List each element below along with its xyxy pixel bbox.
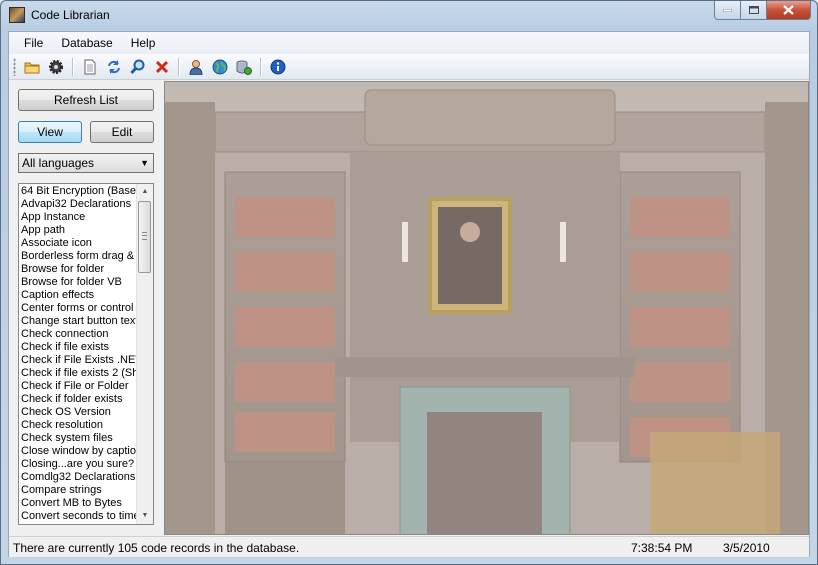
minimize-button[interactable] (714, 1, 741, 20)
list-item[interactable]: Check OS Version (19, 406, 137, 419)
close-button[interactable] (767, 1, 811, 20)
list-item[interactable]: Caption effects (19, 289, 137, 302)
close-icon (783, 5, 794, 15)
toolbar (9, 54, 809, 80)
refresh-list-button[interactable]: Refresh List (18, 89, 154, 111)
window-controls (714, 1, 811, 21)
edit-button[interactable]: Edit (90, 121, 154, 143)
list-item[interactable]: Check if file exists 2 (Sh (19, 367, 137, 380)
minimize-icon (723, 8, 732, 12)
list-item[interactable]: App Instance (19, 211, 137, 224)
list-item[interactable]: Change start button text (19, 315, 137, 328)
list-item[interactable]: Browse for folder (19, 263, 137, 276)
library-background-image (164, 81, 809, 535)
list-item[interactable]: Comdlg32 Declarations (19, 471, 137, 484)
list-item[interactable]: App path (19, 224, 137, 237)
new-document-icon[interactable] (80, 57, 100, 77)
toolbar-separator (178, 57, 180, 76)
refresh-arrows-icon[interactable] (104, 57, 124, 77)
code-list-items: 64 Bit Encryption (Base Advapi32 Declarat… (19, 184, 137, 523)
status-date: 3/5/2010 (723, 541, 770, 555)
search-magnifier-icon[interactable] (128, 57, 148, 77)
scroll-thumb[interactable] (138, 201, 151, 273)
list-item[interactable]: Convert MB to Bytes (19, 497, 137, 510)
list-item[interactable]: Borderless form drag & n (19, 250, 137, 263)
language-select[interactable]: All languages ▼ (18, 153, 154, 173)
view-button[interactable]: View (18, 121, 82, 143)
list-item[interactable]: Check if file exists (19, 341, 137, 354)
open-folder-icon[interactable] (22, 57, 42, 77)
scroll-down-icon[interactable]: ▼ (137, 508, 153, 524)
toolbar-grip[interactable] (13, 57, 16, 76)
app-icon (9, 7, 25, 23)
settings-gear-icon[interactable] (46, 57, 66, 77)
list-item[interactable]: Associate icon (19, 237, 137, 250)
info-icon[interactable] (268, 57, 288, 77)
toolbar-separator (72, 57, 74, 76)
menu-bar: File Database Help (9, 32, 809, 54)
list-item[interactable]: 64 Bit Encryption (Base (19, 185, 137, 198)
status-time: 7:38:54 PM (631, 541, 693, 555)
list-item[interactable]: Check if File or Folder (19, 380, 137, 393)
client-area: File Database Help Refresh List View Edi… (8, 31, 810, 557)
menu-database[interactable]: Database (52, 32, 121, 54)
maximize-button[interactable] (741, 1, 767, 20)
menu-help[interactable]: Help (122, 32, 165, 54)
code-list[interactable]: 64 Bit Encryption (Base Advapi32 Declarat… (18, 183, 154, 525)
status-bar: There are currently 105 code records in … (9, 536, 809, 557)
left-panel: Refresh List View Edit All languages ▼ 6… (9, 80, 164, 536)
user-icon[interactable] (186, 57, 206, 77)
list-item[interactable]: Check system files (19, 432, 137, 445)
window-title: Code Librarian (31, 8, 110, 22)
library-illustration (165, 82, 808, 534)
list-item[interactable]: Browse for folder VB (19, 276, 137, 289)
app-window: Code Librarian File Database Help Refres… (0, 0, 818, 565)
menu-file[interactable]: File (9, 32, 52, 54)
title-bar[interactable]: Code Librarian (1, 1, 817, 31)
list-item[interactable]: Closing...are you sure? (19, 458, 137, 471)
chevron-down-icon: ▼ (140, 158, 149, 168)
thumb-grip-icon (142, 232, 147, 240)
language-select-value: All languages (22, 156, 95, 170)
list-item[interactable]: Check if folder exists (19, 393, 137, 406)
list-scrollbar[interactable]: ▲ ▼ (136, 184, 153, 524)
list-item[interactable]: Close window by captior (19, 445, 137, 458)
list-item[interactable]: Center forms or control (19, 302, 137, 315)
globe-icon[interactable] (210, 57, 230, 77)
list-item[interactable]: Convert seconds to time (19, 510, 137, 523)
scroll-up-icon[interactable]: ▲ (137, 184, 153, 200)
list-item[interactable]: Advapi32 Declarations (19, 198, 137, 211)
list-item[interactable]: Check connection (19, 328, 137, 341)
database-export-icon[interactable] (234, 57, 254, 77)
list-item[interactable]: Compare strings (19, 484, 137, 497)
maximize-icon (748, 6, 759, 14)
status-message: There are currently 105 code records in … (13, 541, 300, 555)
list-item[interactable]: Check resolution (19, 419, 137, 432)
toolbar-separator (260, 57, 262, 76)
list-item[interactable]: Check if File Exists .NET (19, 354, 137, 367)
delete-x-icon[interactable] (152, 57, 172, 77)
